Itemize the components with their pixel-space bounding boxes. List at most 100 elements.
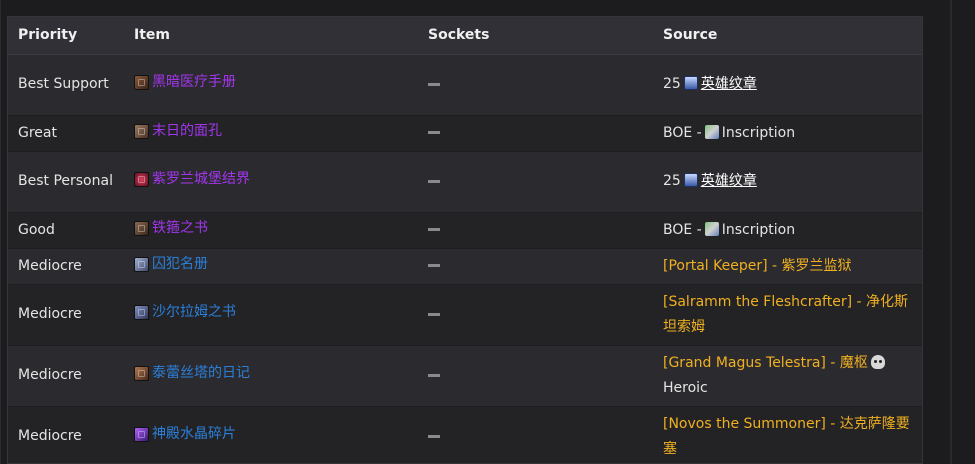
face-icon (134, 123, 149, 139)
item-link[interactable]: 末日的面孔 (134, 119, 222, 144)
priority-cell: Mediocre (18, 367, 82, 383)
empty-dash (428, 82, 440, 86)
item-link[interactable]: 泰蕾丝塔的日记 (134, 361, 250, 386)
inscription-icon (704, 124, 719, 139)
source-cell: 25 英雄纹章 (653, 151, 922, 212)
priority-cell: Best Support (18, 76, 109, 92)
item-cell: 囚犯名册 (124, 248, 418, 284)
source-link[interactable]: 英雄纹章 (701, 173, 757, 189)
item-link[interactable]: 沙尔拉姆之书 (134, 300, 236, 325)
source-cell: [Grand Magus Telestra] - 魔枢 Heroic (653, 345, 922, 406)
source-boss[interactable]: [Grand Magus Telestra] - 魔枢 (663, 355, 868, 371)
source-cell: 25 英雄纹章 (653, 54, 922, 115)
source-profession: Inscription (721, 124, 796, 141)
item-link[interactable]: 囚犯名册 (134, 252, 208, 277)
item-link[interactable]: 神殿水晶碎片 (134, 422, 236, 447)
left-divider (0, 0, 1, 464)
header-row: Priority Item Sockets Source (8, 17, 922, 55)
source-cell: BOE - Inscription (653, 115, 922, 151)
header-priority: Priority (8, 17, 124, 55)
tome-icon (134, 305, 149, 320)
table-row: Great 末日的面孔 BOE - Inscription (8, 115, 922, 151)
header-sockets: Sockets (418, 17, 653, 55)
empty-dash (428, 312, 440, 316)
gear-priority-table: Priority Item Sockets Source Best Suppor… (7, 16, 923, 464)
priority-cell: Great (18, 124, 57, 141)
source-cell: [Salramm the Fleshcrafter] - 净化斯坦索姆 (653, 284, 922, 345)
item-name[interactable]: 紫罗兰城堡结界 (152, 167, 250, 192)
source-link[interactable]: 英雄纹章 (701, 76, 757, 92)
item-cell: 黑暗医疗手册 (124, 54, 418, 115)
item-cell: 神殿水晶碎片 (124, 406, 418, 463)
table-row: Best Personal 紫罗兰城堡结界 25 英雄纹章 (8, 151, 922, 212)
table-row: Mediocre 泰蕾丝塔的日记 [Grand Magus Telestra] … (8, 345, 922, 406)
table-row: Good 铁箍之书 BOE - Inscription (8, 212, 922, 248)
empty-dash (428, 373, 440, 377)
sockets-cell (418, 151, 653, 212)
badge-icon (683, 76, 698, 90)
source-cell: BOE - Inscription (653, 212, 922, 248)
item-name[interactable]: 黑暗医疗手册 (152, 70, 236, 95)
item-name[interactable]: 铁箍之书 (152, 216, 208, 241)
badge-icon (683, 173, 698, 187)
empty-dash (428, 228, 440, 231)
item-cell: 铁箍之书 (124, 212, 418, 248)
priority-cell: Mediocre (18, 257, 82, 274)
shield-icon (134, 172, 149, 187)
sockets-cell (418, 345, 653, 406)
item-link[interactable]: 紫罗兰城堡结界 (134, 167, 250, 192)
diary-icon (134, 366, 149, 381)
priority-cell: Good (18, 221, 55, 238)
tome-icon (134, 75, 149, 90)
item-name[interactable]: 末日的面孔 (152, 119, 222, 144)
item-name[interactable]: 囚犯名册 (152, 252, 208, 277)
sockets-cell (418, 115, 653, 151)
header-source: Source (653, 17, 922, 55)
source-count: 25 (663, 173, 681, 189)
priority-cell: Mediocre (18, 428, 82, 445)
empty-dash (428, 434, 440, 438)
item-link[interactable]: 铁箍之书 (134, 216, 208, 241)
sockets-cell (418, 212, 653, 248)
difficulty-label: Heroic (663, 379, 708, 396)
ledger-icon (134, 256, 149, 272)
table-header: Priority Item Sockets Source (8, 17, 922, 55)
empty-dash (428, 131, 440, 134)
item-name[interactable]: 沙尔拉姆之书 (152, 300, 236, 325)
sockets-cell (418, 406, 653, 463)
source-prefix: BOE - (663, 124, 702, 141)
table-row: Mediocre 沙尔拉姆之书 [Salramm the Fleshcrafte… (8, 284, 922, 345)
table-row: Mediocre 神殿水晶碎片 [Novos the Summoner] - 达… (8, 406, 922, 463)
item-cell: 沙尔拉姆之书 (124, 284, 418, 345)
book-icon (134, 220, 149, 236)
sockets-cell (418, 284, 653, 345)
inscription-icon (704, 221, 719, 236)
crystal-icon (134, 427, 149, 443)
scrollbar-track[interactable] (950, 0, 952, 464)
item-cell: 末日的面孔 (124, 115, 418, 151)
source-boss[interactable]: [Salramm the Fleshcrafter] - 净化斯坦索姆 (663, 294, 908, 335)
right-gutter (923, 0, 975, 464)
sockets-cell (418, 54, 653, 115)
source-count: 25 (663, 76, 681, 92)
empty-dash (428, 179, 440, 183)
table-row: Best Support 黑暗医疗手册 25 英雄纹章 (8, 54, 922, 115)
item-name[interactable]: 泰蕾丝塔的日记 (152, 361, 250, 386)
table: Priority Item Sockets Source Best Suppor… (8, 17, 922, 463)
source-boss[interactable]: [Novos the Summoner] - 达克萨隆要塞 (663, 416, 910, 457)
skull-icon (870, 354, 885, 369)
header-item: Item (124, 17, 418, 55)
item-cell: 紫罗兰城堡结界 (124, 151, 418, 212)
source-boss[interactable]: [Portal Keeper] - 紫罗兰监狱 (663, 258, 852, 274)
empty-dash (428, 264, 440, 267)
source-profession: Inscription (721, 221, 796, 238)
source-prefix: BOE - (663, 221, 702, 238)
priority-cell: Best Personal (18, 173, 113, 189)
priority-cell: Mediocre (18, 306, 82, 322)
table-row: Mediocre 囚犯名册 [Portal Keeper] - 紫罗兰监狱 (8, 248, 922, 284)
source-cell: [Portal Keeper] - 紫罗兰监狱 (653, 248, 922, 284)
item-link[interactable]: 黑暗医疗手册 (134, 70, 236, 95)
item-name[interactable]: 神殿水晶碎片 (152, 422, 236, 447)
item-cell: 泰蕾丝塔的日记 (124, 345, 418, 406)
sockets-cell (418, 248, 653, 284)
